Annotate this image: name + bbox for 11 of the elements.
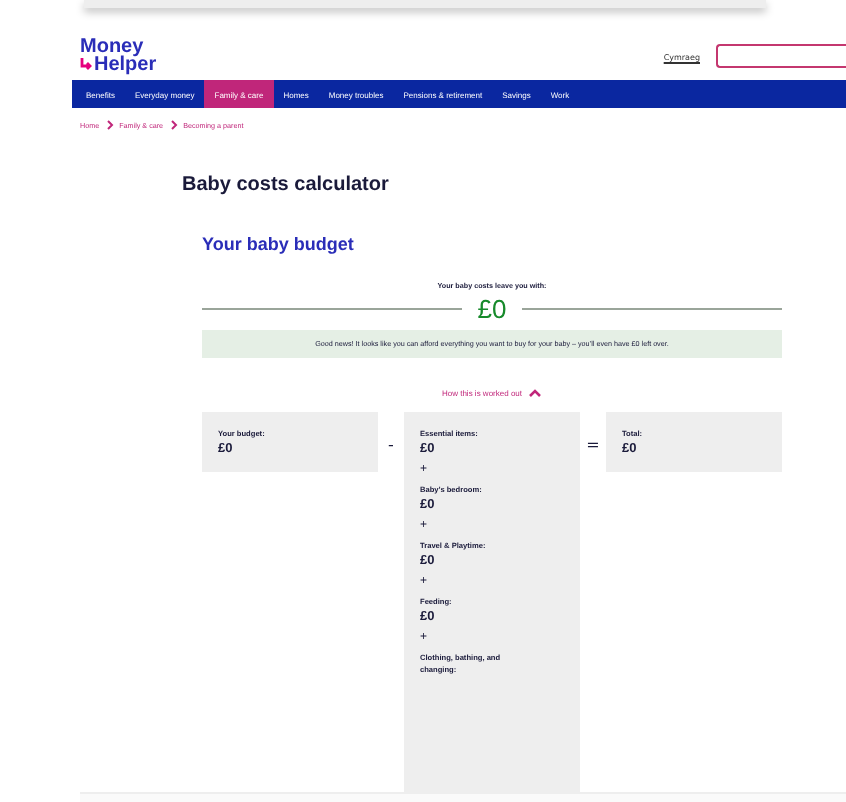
- page-title: Baby costs calculator: [182, 174, 391, 196]
- equals-sign: =: [584, 436, 602, 454]
- chevron-icon: [169, 120, 178, 130]
- search-field[interactable]: [716, 44, 846, 68]
- section-heading: Your baby budget: [202, 234, 356, 254]
- minus-sign: -: [386, 436, 396, 454]
- chevron-icon: [528, 388, 542, 398]
- result-value: £0: [477, 294, 507, 324]
- logo[interactable]: Money Helper: [80, 38, 157, 74]
- arrow-icon: [80, 58, 92, 72]
- chevron-icon: [105, 120, 114, 130]
